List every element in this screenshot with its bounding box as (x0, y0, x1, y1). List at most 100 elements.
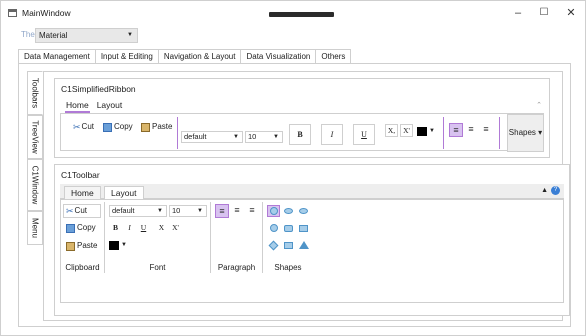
toolbar-superscript-button[interactable]: X' (169, 221, 182, 234)
align-justify-icon: ≡ (483, 124, 489, 134)
ribbon-superscript-button[interactable]: X' (400, 124, 413, 137)
toolbars-content: C1SimplifiedRibbon Home Layout ⌃ ✂ Cut C… (43, 71, 570, 321)
color-swatch (417, 126, 427, 136)
color-swatch (109, 240, 119, 250)
ribbon-cut-label: Cut (81, 122, 94, 131)
clipboard-group-label: Clipboard (65, 263, 100, 272)
ribbon-tab-layout[interactable]: Layout (96, 100, 124, 113)
toolbar-font-family-select[interactable]: default ▼ (109, 205, 167, 217)
align-left-icon: ≡ (219, 206, 225, 216)
ribbon-tabs: Home Layout (65, 100, 123, 113)
ribbon-font-family-value: default (184, 132, 207, 141)
ribbon-align-center-button[interactable]: ≡ (464, 123, 478, 137)
shapes-group: Shapes (263, 202, 313, 273)
toolbar-copy-button[interactable]: Copy (63, 221, 103, 235)
ribbon-copy-button[interactable]: Copy (103, 120, 133, 134)
side-tab-treeview[interactable]: TreeView (27, 115, 43, 159)
toolbar-align-center-button[interactable]: ≡ (230, 204, 244, 218)
toolbar-align-left-button[interactable]: ≡ (215, 204, 229, 218)
rectangle-icon (299, 224, 308, 232)
side-tab-toolbars[interactable]: Toolbars (27, 71, 43, 115)
copy-icon (66, 223, 75, 233)
collapse-toolbar-icon[interactable]: ▲ (541, 187, 548, 194)
toolbar-paste-label: Paste (77, 241, 98, 250)
toolbar-font-size-select[interactable]: 10 ▼ (169, 205, 207, 217)
toolbar-paste-button[interactable]: Paste (63, 239, 103, 253)
theme-select[interactable]: Material ▼ (35, 28, 138, 43)
ribbon-separator (499, 117, 500, 149)
title-bar-handle (269, 12, 334, 17)
ribbon-font-family-select[interactable]: default ▼ (181, 131, 243, 143)
close-button[interactable]: ✕ (560, 5, 582, 21)
ribbon-font-size-select[interactable]: 10 ▼ (245, 131, 283, 143)
ribbon-shapes-button[interactable]: Shapes ▾ (507, 114, 544, 152)
toolbar-italic-button[interactable]: I (123, 221, 136, 234)
side-tab-menu-label: Menu (30, 217, 40, 239)
toolbar-group: C1Toolbar Home Layout ▲ ? ✂ Cut Copy Pas… (54, 164, 570, 316)
oval-icon (299, 208, 308, 214)
paste-icon (66, 241, 75, 251)
side-tab-menu[interactable]: Menu (27, 211, 43, 245)
shape-circle-alt-button[interactable] (267, 222, 280, 234)
tab-navigation-layout[interactable]: Navigation & Layout (157, 49, 241, 64)
ribbon-shapes-label: Shapes (508, 128, 536, 137)
toolbar-font-size-value: 10 (172, 206, 181, 215)
ribbon-font-color-button[interactable]: ▼ (417, 124, 435, 138)
shape-rounded-rect-button[interactable] (282, 222, 295, 234)
shapes-group-label: Shapes (274, 263, 302, 272)
shape-rect-button[interactable] (297, 222, 310, 234)
align-center-icon: ≡ (468, 124, 474, 134)
toolbar-font-color-button[interactable]: ▼ (109, 238, 127, 252)
chevron-down-icon: ▼ (273, 134, 279, 140)
toolbar-header-controls: ▲ ? (541, 186, 560, 195)
toolbar-subscript-button[interactable]: X (155, 221, 168, 234)
align-left-icon: ≡ (453, 125, 459, 135)
ribbon-cut-button[interactable]: ✂ Cut (73, 120, 94, 134)
ribbon-paste-label: Paste (152, 122, 173, 131)
collapse-ribbon-icon[interactable]: ⌃ (536, 101, 542, 109)
toolbar-tab-layout[interactable]: Layout (104, 186, 144, 199)
paragraph-group: ≡ ≡ ≡ Paragraph (211, 202, 263, 273)
ribbon-tab-home[interactable]: Home (65, 100, 90, 113)
shape-oval-alt-button[interactable] (297, 205, 310, 217)
scissors-icon: ✂ (66, 206, 74, 216)
toolbar-align-justify-button[interactable]: ≡ (245, 204, 259, 218)
clipboard-group: ✂ Cut Copy Paste Clipboard (61, 202, 105, 273)
tab-input-editing[interactable]: Input & Editing (94, 49, 158, 64)
copy-icon (103, 122, 112, 132)
chevron-down-icon: ▼ (157, 208, 163, 214)
toolbar-underline-button[interactable]: U (137, 221, 150, 234)
chevron-down-icon: ▼ (127, 32, 133, 38)
tab-data-management[interactable]: Data Management (18, 49, 95, 64)
toolbar-bold-button[interactable]: B (109, 221, 122, 234)
toolbar-cut-button[interactable]: ✂ Cut (63, 204, 101, 218)
ribbon-paste-button[interactable]: Paste (141, 120, 172, 134)
ribbon-italic-button[interactable]: I (321, 124, 343, 145)
shape-circle-button[interactable] (267, 205, 280, 217)
ribbon-copy-label: Copy (114, 122, 133, 131)
side-tab-toolbars-label: Toolbars (30, 77, 40, 109)
shape-diamond-button[interactable] (267, 239, 280, 251)
tab-others[interactable]: Others (315, 49, 352, 64)
ribbon-underline-button[interactable]: U (353, 124, 375, 145)
shape-oval-button[interactable] (282, 205, 295, 217)
ribbon-subscript-button[interactable]: X, (385, 124, 398, 137)
ribbon-align-left-button[interactable]: ≡ (449, 123, 463, 137)
ribbon-align-justify-button[interactable]: ≡ (479, 123, 493, 137)
rounded-rectangle-icon (284, 224, 293, 232)
shape-square-button[interactable] (282, 239, 295, 251)
minimize-button[interactable]: – (507, 5, 529, 21)
toolbar-cut-label: Cut (74, 206, 87, 215)
maximize-button[interactable]: ☐ (533, 5, 555, 21)
side-tab-c1window[interactable]: C1Window (27, 159, 43, 211)
square-icon (284, 241, 293, 249)
toolbar-tab-home[interactable]: Home (64, 186, 101, 199)
help-icon[interactable]: ? (551, 186, 560, 195)
ribbon-font-size-value: 10 (248, 132, 257, 141)
triangle-icon (298, 241, 309, 249)
tab-data-visualization[interactable]: Data Visualization (240, 49, 316, 64)
font-group-label: Font (149, 263, 166, 272)
ribbon-bold-button[interactable]: B (289, 124, 311, 145)
scissors-icon: ✂ (73, 122, 81, 132)
shape-triangle-button[interactable] (297, 239, 310, 251)
